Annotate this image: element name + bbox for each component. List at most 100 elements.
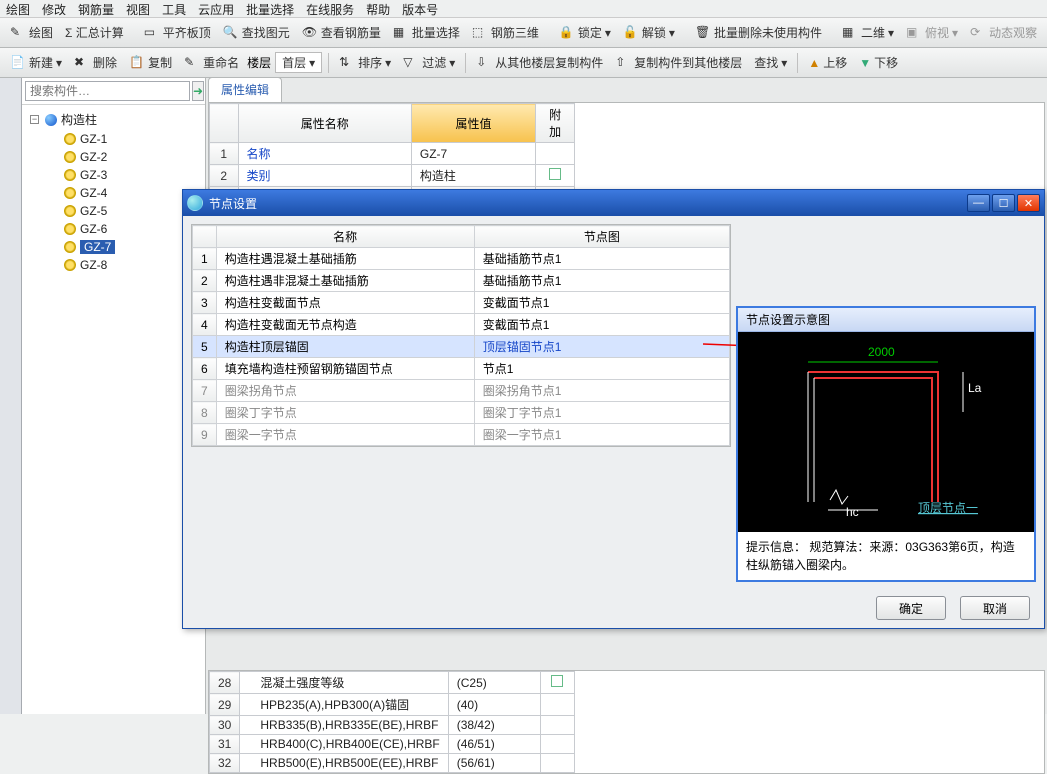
tb-side[interactable]: ▣俯视▾ xyxy=(902,22,962,43)
tb-sort[interactable]: ⇅排序▾ xyxy=(335,52,395,73)
down-icon: ▼ xyxy=(859,56,871,70)
gear-icon xyxy=(64,151,76,163)
tree-root-label: 构造柱 xyxy=(61,111,97,128)
tb-dyn[interactable]: ⟳动态观察 xyxy=(966,22,1041,43)
tb-lock[interactable]: 🔒锁定▾ xyxy=(555,22,615,43)
tb-down[interactable]: ▼下移 xyxy=(855,52,902,73)
node-row[interactable]: 1构造柱遇混凝土基础插筋基础插筋节点1 xyxy=(193,248,730,270)
tree-item-label: GZ-2 xyxy=(80,150,107,164)
search-input[interactable] xyxy=(25,81,190,101)
tb-2d[interactable]: ▦二维▾ xyxy=(838,22,898,43)
node-row[interactable]: 3构造柱变截面节点变截面节点1 xyxy=(193,292,730,314)
tb-view-rebar[interactable]: 👁查看钢筋量 xyxy=(298,22,385,43)
export-icon: ⇧ xyxy=(615,55,631,71)
tree-item-gz-5[interactable]: GZ-5 xyxy=(24,202,203,220)
collapse-icon[interactable]: − xyxy=(30,115,39,124)
tab-attribute-edit[interactable]: 属性编辑 xyxy=(208,77,282,102)
dialog-titlebar[interactable]: 节点设置 — ☐ ✕ xyxy=(183,190,1044,216)
menu-online[interactable]: 在线服务 xyxy=(306,1,354,16)
preview-panel: 节点设置示意图 2000 hc 顶层节点一 La xyxy=(736,306,1036,582)
tree-item-label: GZ-1 xyxy=(80,132,107,146)
prop-row[interactable]: 28混凝土强度等级(C25) xyxy=(210,672,575,694)
node-row[interactable]: 2构造柱遇非混凝土基础插筋基础插筋节点1 xyxy=(193,270,730,292)
tree-item-gz-7[interactable]: GZ-7 xyxy=(24,238,203,256)
tb-draw[interactable]: ✎绘图 xyxy=(6,22,57,43)
prop-row[interactable]: 31HRB400(C),HRB400E(CE),HRBF(46/51) xyxy=(210,735,575,754)
menu-edit[interactable]: 修改 xyxy=(42,1,66,16)
menu-tools[interactable]: 工具 xyxy=(162,1,186,16)
menu-draw[interactable]: 绘图 xyxy=(6,1,30,16)
prop-row[interactable]: 30HRB335(B),HRB335E(BE),HRBF(38/42) xyxy=(210,716,575,735)
tb-copy-from[interactable]: ⇩从其他楼层复制构件 xyxy=(472,52,607,73)
tb-find-gy[interactable]: 🔍查找图元 xyxy=(219,22,294,43)
lock-icon: 🔒 xyxy=(559,25,575,41)
prop-row[interactable]: 1名称GZ-7 xyxy=(210,143,575,165)
floor-select[interactable]: 首层 ▾ xyxy=(275,52,322,73)
tb-copy-to[interactable]: ⇧复制构件到其他楼层 xyxy=(611,52,746,73)
checkbox[interactable] xyxy=(551,675,563,687)
tb-batch-del[interactable]: 🗑批量删除未使用构件 xyxy=(691,22,826,43)
tree-root[interactable]: − 构造柱 xyxy=(24,109,203,130)
component-tree: − 构造柱 GZ-1 GZ-2 GZ-3 GZ-4 GZ-5 GZ-6GZ-7GZ-8 xyxy=(22,105,205,278)
maximize-button[interactable]: ☐ xyxy=(992,194,1015,212)
node-row[interactable]: 5构造柱顶层锚固顶层锚固节点1 xyxy=(193,336,730,358)
menu-view[interactable]: 视图 xyxy=(126,1,150,16)
tb-rebar3d[interactable]: ⬚钢筋三维 xyxy=(468,22,543,43)
tree-item-gz-8[interactable]: GZ-8 xyxy=(24,256,203,274)
node-row[interactable]: 7圈梁拐角节点圈梁拐角节点1 xyxy=(193,380,730,402)
tb-sum[interactable]: Σ 汇总计算 xyxy=(61,22,128,43)
gear-icon xyxy=(64,259,76,271)
up-icon: ▲ xyxy=(808,56,820,70)
node-settings-dialog: 节点设置 — ☐ ✕ 名称 节点图 1构造柱遇混凝土基础插筋基础插筋节点12构造… xyxy=(182,189,1045,629)
col-node-pic: 节点图 xyxy=(474,226,729,248)
tb-del[interactable]: ✖删除 xyxy=(70,52,121,73)
node-row[interactable]: 4构造柱变截面无节点构造变截面节点1 xyxy=(193,314,730,336)
menu-cloud[interactable]: 云应用 xyxy=(198,1,234,16)
tb-up[interactable]: ▲上移 xyxy=(804,52,851,73)
checkbox[interactable] xyxy=(549,168,561,180)
tb-flat[interactable]: ▭平齐板顶 xyxy=(140,22,215,43)
node-row[interactable]: 6填充墙构造柱预留钢筋锚固节点节点1 xyxy=(193,358,730,380)
tree-item-label: GZ-3 xyxy=(80,168,107,182)
menu-rebar[interactable]: 钢筋量 xyxy=(78,1,114,16)
prop-row[interactable]: 2类别构造柱 xyxy=(210,165,575,187)
menu-version[interactable]: 版本号 xyxy=(402,1,438,16)
tb-unlock[interactable]: 🔓解锁▾ xyxy=(619,22,679,43)
toolbar-primary: ✎绘图 Σ 汇总计算 ▭平齐板顶 🔍查找图元 👁查看钢筋量 ▦批量选择 ⬚钢筋三… xyxy=(0,18,1047,48)
tree-item-gz-1[interactable]: GZ-1 xyxy=(24,130,203,148)
tb-filter[interactable]: ▽过滤▾ xyxy=(399,52,459,73)
minimize-button[interactable]: — xyxy=(967,194,990,212)
node-row[interactable]: 9圈梁一字节点圈梁一字节点1 xyxy=(193,424,730,446)
tb-batch-sel[interactable]: ▦批量选择 xyxy=(389,22,464,43)
component-tree-panel: ➜ − 构造柱 GZ-1 GZ-2 GZ-3 GZ-4 GZ-5 GZ-6GZ-7GZ-8 xyxy=(22,78,206,714)
ok-button[interactable]: 确定 xyxy=(876,596,946,620)
col-prop-value: 属性值 xyxy=(411,104,535,143)
tb-find[interactable]: 查找▾ xyxy=(750,52,791,73)
close-button[interactable]: ✕ xyxy=(1017,194,1040,212)
tb-rename[interactable]: ✎重命名 xyxy=(180,52,243,73)
search-go-button[interactable]: ➜ xyxy=(192,81,204,101)
tree-item-gz-3[interactable]: GZ-3 xyxy=(24,166,203,184)
preview-dim-text: 2000 xyxy=(868,345,895,359)
tree-item-gz-6[interactable]: GZ-6 xyxy=(24,220,203,238)
tree-item-label: GZ-5 xyxy=(80,204,107,218)
prop-row[interactable]: 29HPB235(A),HPB300(A)锚固(40) xyxy=(210,694,575,716)
menu-help[interactable]: 帮助 xyxy=(366,1,390,16)
node-row[interactable]: 8圈梁丁字节点圈梁丁字节点1 xyxy=(193,402,730,424)
dialog-icon xyxy=(187,195,203,211)
col-prop-name: 属性名称 xyxy=(238,104,411,143)
prop-row[interactable]: 32HRB500(E),HRB500E(EE),HRBF(56/61) xyxy=(210,754,575,773)
preview-hc: hc xyxy=(846,505,859,519)
pencil-icon: ✎ xyxy=(10,25,26,41)
menu-batchsel[interactable]: 批量选择 xyxy=(246,1,294,16)
tree-item-gz-4[interactable]: GZ-4 xyxy=(24,184,203,202)
gear-icon xyxy=(64,169,76,181)
rename-icon: ✎ xyxy=(184,55,200,71)
tree-item-gz-2[interactable]: GZ-2 xyxy=(24,148,203,166)
col-node-name: 名称 xyxy=(216,226,474,248)
preview-label: 顶层节点一 xyxy=(918,501,978,515)
tb-copy[interactable]: 📋复制 xyxy=(125,52,176,73)
grid-icon: ▦ xyxy=(842,25,858,41)
cancel-button[interactable]: 取消 xyxy=(960,596,1030,620)
tb-new[interactable]: 📄新建▾ xyxy=(6,52,66,73)
